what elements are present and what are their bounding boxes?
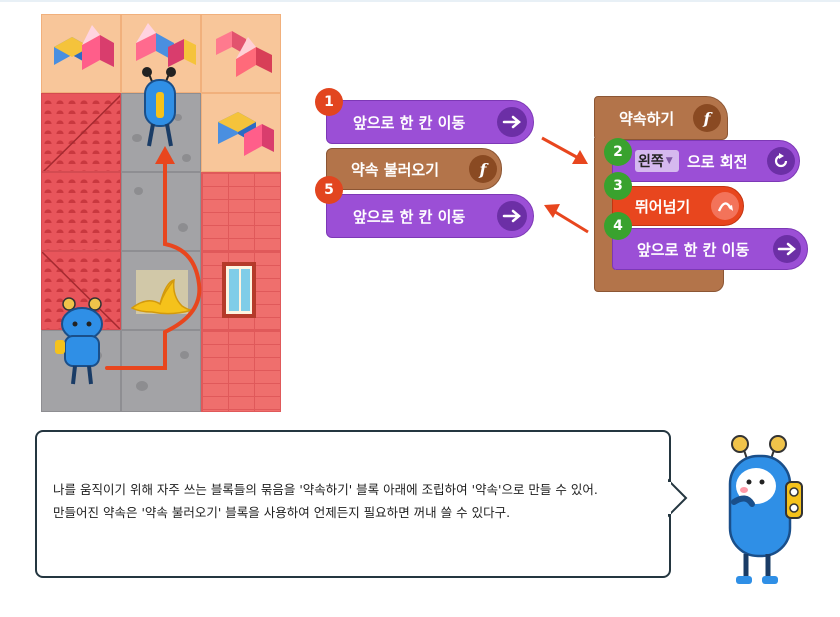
jump-icon	[711, 192, 739, 220]
game-board	[41, 14, 282, 412]
define-promise-label: 약속하기	[619, 109, 675, 128]
speech-bubble: 나를 움직이기 위해 자주 쓰는 블록들의 묶음을 '약속하기' 블록 아래에 …	[35, 430, 671, 578]
arrow-right-icon	[773, 235, 801, 263]
move-forward-block-2[interactable]: 앞으로 한 칸 이동	[326, 194, 534, 238]
svg-text:f: f	[479, 160, 490, 178]
move-forward-block-3[interactable]: 앞으로 한 칸 이동	[612, 228, 808, 270]
dialog-line-2: 만들어진 약속은 '약속 불러오기' 블록을 사용하여 언제든지 필요하면 꺼내…	[53, 505, 511, 520]
jump-label: 뛰어넘기	[635, 197, 691, 216]
move-forward-label-2: 앞으로 한 칸 이동	[353, 207, 466, 226]
arrow-right-icon	[497, 201, 527, 231]
step-badge-1: 1	[315, 88, 343, 116]
define-promise-block[interactable]: 약속하기 f	[594, 96, 728, 140]
move-forward-label-3: 앞으로 한 칸 이동	[637, 240, 750, 259]
dialog-text: 나를 움직이기 위해 자주 쓰는 블록들의 묶음을 '약속하기' 블록 아래에 …	[53, 478, 673, 524]
direction-dropdown[interactable]: 왼쪽 ▼	[635, 150, 679, 172]
move-forward-block-1[interactable]: 앞으로 한 칸 이동	[326, 100, 534, 144]
chevron-down-icon: ▼	[665, 156, 673, 166]
define-promise-footer	[594, 270, 724, 292]
move-forward-label-1: 앞으로 한 칸 이동	[353, 113, 466, 132]
rotate-block[interactable]: 왼쪽 ▼ 으로 회전	[612, 140, 800, 182]
arrow-right-icon	[497, 107, 527, 137]
top-divider	[0, 0, 840, 2]
mascot-robot-icon	[728, 435, 803, 584]
function-icon: f	[693, 104, 721, 132]
jump-block[interactable]: 뛰어넘기	[612, 186, 744, 226]
step-badge-3: 3	[604, 172, 632, 200]
call-promise-block[interactable]: 약속 불러오기 f	[326, 148, 502, 190]
speech-bubble-tail	[668, 478, 688, 518]
robot-start-icon	[55, 297, 103, 385]
call-promise-label: 약속 불러오기	[351, 160, 440, 179]
step-badge-5: 5	[315, 176, 343, 204]
svg-text:f: f	[703, 109, 714, 127]
step-badge-4: 4	[604, 212, 632, 240]
function-icon: f	[469, 155, 497, 183]
rotate-label: 으로 회전	[687, 152, 748, 171]
step-badge-2: 2	[604, 138, 632, 166]
dialog-line-1: 나를 움직이기 위해 자주 쓰는 블록들의 묶음을 '약속하기' 블록 아래에 …	[53, 482, 598, 497]
rotate-icon	[767, 147, 795, 175]
robot-target-icon	[142, 67, 176, 147]
